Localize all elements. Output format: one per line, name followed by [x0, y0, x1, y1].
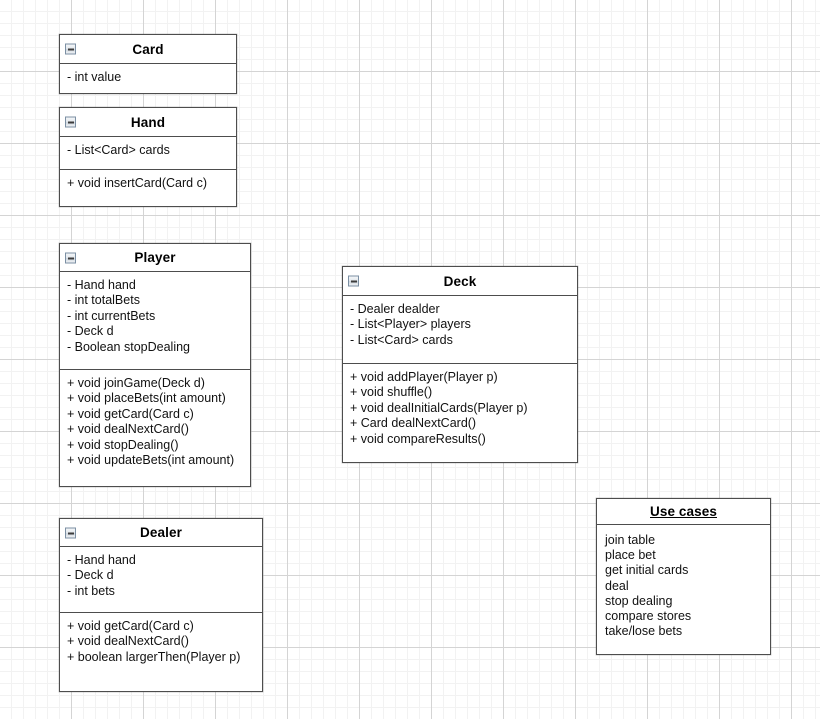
uml-attribute-row: - List<Card> cards — [67, 143, 170, 157]
note-list-item: stop dealing — [605, 593, 673, 608]
uml-method-row: + void insertCard(Card c) — [67, 176, 207, 190]
uml-attributes-section-deck: - Dealer dealder - List<Player> players - … — [343, 296, 577, 363]
minus-box-icon[interactable] — [65, 116, 76, 128]
uml-methods-section-hand: + void insertCard(Card c) — [60, 169, 236, 206]
uml-method-row: + void stopDealing() — [67, 437, 179, 452]
minus-box-icon[interactable] — [65, 527, 76, 538]
uml-attributes-section-dealer: - Hand hand - Deck d- int bets — [60, 547, 262, 612]
uml-method-row: + void placeBets(int amount) — [67, 391, 226, 406]
uml-class-deck[interactable]: Deck - Dealer dealder - List<Player> playe… — [342, 266, 578, 463]
uml-attributes-section-player: - Hand hand - int totalBets - int currentB… — [60, 272, 250, 369]
uml-attribute-row: - Boolean stopDealing — [67, 339, 190, 354]
uml-class-card[interactable]: Card - int value — [59, 34, 237, 94]
minus-box-icon[interactable] — [65, 252, 76, 263]
uml-attribute-row: - int currentBets — [67, 308, 156, 323]
uml-attribute-row: - Hand hand — [67, 553, 136, 567]
uml-methods-section-player: + void joinGame(Deck d) + void placeBets(… — [60, 369, 250, 486]
uml-method-row: + void shuffle() — [350, 385, 433, 400]
uml-class-header-deck[interactable]: Deck — [343, 267, 577, 296]
uml-attributes-section-card: - int value — [60, 64, 236, 93]
uml-attribute-row: - Deck d — [67, 324, 114, 339]
note-box-use-cases[interactable]: Use cases join table place bet get initial … — [596, 498, 771, 655]
uml-attribute-row: - List<Player> players — [350, 317, 471, 332]
minus-box-icon[interactable] — [65, 43, 76, 55]
uml-method-row: + boolean largerThen(Player p) — [67, 649, 241, 664]
uml-class-hand[interactable]: Hand - List<Card> cards + void insertCard(… — [59, 107, 237, 207]
uml-class-dealer[interactable]: Dealer - Hand hand - Deck d- int bets + voi… — [59, 518, 263, 692]
uml-method-row: + void dealInitialCards(Player p) — [350, 400, 528, 415]
uml-class-header-dealer[interactable]: Dealer — [60, 519, 262, 547]
uml-attribute-row: - int bets — [67, 583, 115, 598]
uml-method-row: + void addPlayer(Player p) — [350, 370, 498, 384]
uml-methods-section-deck: + void addPlayer(Player p) + void shuffle… — [343, 363, 577, 462]
note-list-item: compare stores — [605, 609, 692, 624]
uml-class-name-player: Player — [134, 250, 176, 265]
uml-class-header-hand[interactable]: Hand — [60, 108, 236, 137]
uml-attribute-row: - Deck d — [67, 568, 114, 583]
uml-method-row: + void dealNextCard() — [67, 422, 189, 437]
uml-methods-section-dealer: + void getCard(Card c) + void dealNextCar… — [60, 612, 262, 691]
note-list-item: place bet — [605, 548, 656, 563]
uml-method-row: + void getCard(Card c) — [67, 619, 194, 633]
uml-method-row: + void joinGame(Deck d) — [67, 376, 205, 390]
uml-method-row: + void dealNextCard() — [67, 634, 189, 649]
uml-class-player[interactable]: Player - Hand hand - int totalBets - int cu… — [59, 243, 251, 487]
uml-attributes-section-hand: - List<Card> cards — [60, 137, 236, 169]
uml-method-row: + void updateBets(int amount) — [67, 453, 235, 468]
note-list-item: take/lose bets — [605, 624, 683, 639]
note-list-item: join table — [605, 533, 656, 547]
note-body-use-cases: join table place bet get initial cards deal… — [597, 525, 770, 654]
uml-class-name-dealer: Dealer — [140, 525, 182, 540]
uml-attribute-row: - int value — [67, 70, 122, 84]
uml-attribute-row: - int totalBets — [67, 293, 140, 308]
uml-attribute-row: - Hand hand — [67, 278, 136, 292]
note-list-item: get initial cards — [605, 563, 689, 578]
uml-class-name-card: Card — [132, 41, 164, 57]
uml-attribute-row: - Dealer dealder — [350, 302, 440, 316]
note-list-item: deal — [605, 578, 629, 593]
uml-class-name-hand: Hand — [130, 114, 166, 130]
uml-method-row: + void compareResults() — [350, 431, 486, 446]
uml-method-row: + Card dealNextCard() — [350, 416, 477, 431]
uml-attribute-row: - List<Card> cards — [350, 332, 453, 347]
uml-class-header-card[interactable]: Card — [60, 35, 236, 64]
note-title-use-cases: Use cases — [650, 504, 717, 519]
uml-method-row: + void getCard(Card c) — [67, 406, 194, 421]
uml-class-header-player[interactable]: Player — [60, 244, 250, 272]
minus-box-icon[interactable] — [348, 275, 359, 287]
diagram-canvas[interactable]: Card - int value Hand - List<Card> cards + v… — [0, 0, 820, 719]
note-header-use-cases: Use cases — [597, 499, 770, 525]
uml-class-name-deck: Deck — [443, 273, 477, 289]
